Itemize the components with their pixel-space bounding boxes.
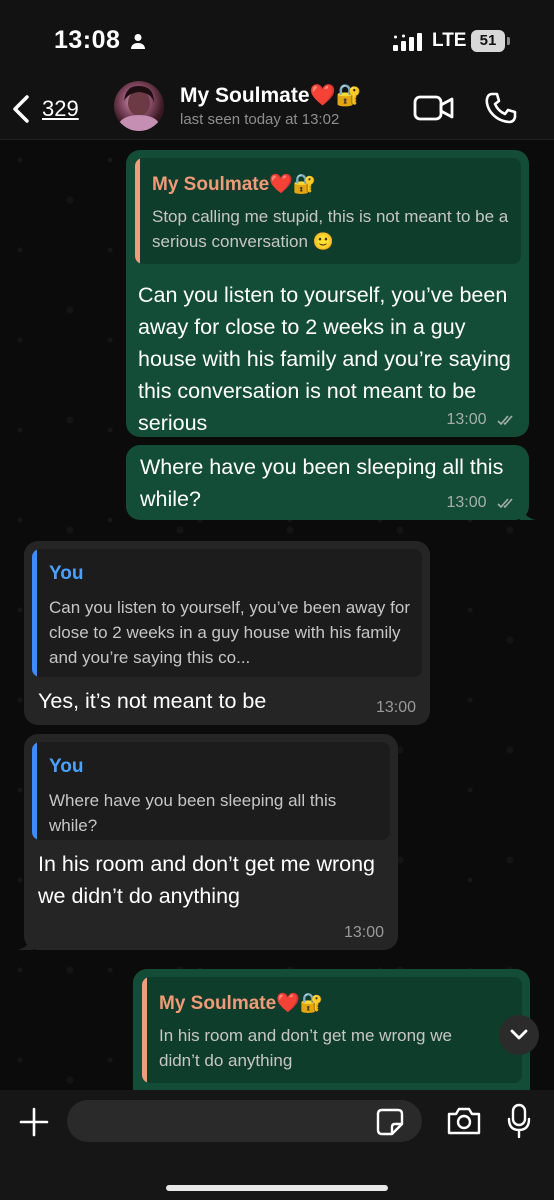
status-bar: 13:08 LTE 51 xyxy=(0,0,554,78)
bubble-tail xyxy=(17,934,33,950)
message-meta: 13:00 xyxy=(447,411,518,429)
plus-icon[interactable] xyxy=(18,1106,50,1138)
message-time: 13:00 xyxy=(446,494,487,511)
reply-quoted-text: Where have you been sleeping all this wh… xyxy=(49,791,337,835)
chevron-left-icon xyxy=(13,95,29,123)
message-time: 13:00 xyxy=(446,411,487,428)
reply-accent-bar xyxy=(32,549,37,677)
signal-icon xyxy=(393,33,422,51)
reply-accent-bar xyxy=(135,158,140,264)
reply-sender-name: My Soulmate❤️🔐 xyxy=(152,174,317,195)
message-bubble-incoming[interactable]: You Can you listen to yourself, you’ve b… xyxy=(24,541,430,725)
reply-quote[interactable]: My Soulmate❤️🔐 Stop calling me stupid, t… xyxy=(135,158,521,264)
message-text: Yes, it’s not meant to be xyxy=(38,689,267,713)
reply-sender-name: My Soulmate❤️🔐 xyxy=(159,993,324,1014)
contact-name[interactable]: My Soulmate❤️🔐 xyxy=(180,84,362,108)
message-bubble-incoming[interactable]: You Where have you been sleeping all thi… xyxy=(17,734,398,950)
person-icon xyxy=(131,34,145,49)
camera-icon[interactable] xyxy=(446,1106,482,1136)
message-time: 13:00 xyxy=(343,924,384,941)
scroll-to-bottom-button[interactable] xyxy=(499,1015,539,1055)
avatar[interactable] xyxy=(114,81,164,131)
message-composer xyxy=(0,1090,554,1200)
reply-quote[interactable]: My Soulmate❤️🔐 In his room and don’t get… xyxy=(142,977,522,1083)
reply-sender-name: You xyxy=(49,756,84,777)
chevron-down-icon xyxy=(510,1029,528,1040)
double-check-icon xyxy=(497,415,513,425)
reply-quoted-text: Can you listen to yourself, you’ve been … xyxy=(49,598,410,667)
battery-cap xyxy=(507,37,510,45)
network-type: LTE xyxy=(432,30,467,51)
reply-quoted-text: Stop calling me stupid, this is not mean… xyxy=(152,207,509,251)
chat-area[interactable]: My Soulmate❤️🔐 Stop calling me stupid, t… xyxy=(0,140,554,1090)
reply-quoted-text: In his room and don’t get me wrong we di… xyxy=(159,1026,452,1070)
message-bubble-outgoing[interactable]: Where have you been sleeping all this wh… xyxy=(126,445,536,520)
avatar-image xyxy=(119,85,159,131)
message-bubble-outgoing[interactable]: My Soulmate❤️🔐 Stop calling me stupid, t… xyxy=(126,150,529,437)
reply-sender-name: You xyxy=(49,563,84,584)
phone-call-icon[interactable] xyxy=(484,91,518,125)
reply-accent-bar xyxy=(142,977,147,1083)
status-time: 13:08 xyxy=(54,26,121,54)
video-call-icon[interactable] xyxy=(413,93,455,123)
bubble-tail xyxy=(520,504,536,520)
message-meta: 13:00 xyxy=(447,494,518,512)
message-text: In his room and don’t get me wrong we di… xyxy=(38,852,376,908)
unread-count: 329 xyxy=(42,96,79,121)
message-bubble-outgoing[interactable]: My Soulmate❤️🔐 In his room and don’t get… xyxy=(133,969,530,1090)
back-button[interactable]: 329 xyxy=(10,90,79,128)
reply-accent-bar xyxy=(32,742,37,840)
message-time: 13:00 xyxy=(375,699,416,716)
battery-icon: 51 xyxy=(471,30,505,52)
double-check-icon xyxy=(497,498,513,508)
message-input[interactable] xyxy=(67,1100,422,1142)
last-seen-status: last seen today at 13:02 xyxy=(180,111,340,128)
home-indicator xyxy=(166,1185,388,1191)
microphone-icon[interactable] xyxy=(507,1103,531,1139)
reply-quote[interactable]: You Can you listen to yourself, you’ve b… xyxy=(32,549,422,677)
reply-quote[interactable]: You Where have you been sleeping all thi… xyxy=(32,742,390,840)
chat-header: 329 My Soulmate❤️🔐 last seen today at 13… xyxy=(0,78,554,140)
sticker-icon[interactable] xyxy=(376,1108,404,1136)
